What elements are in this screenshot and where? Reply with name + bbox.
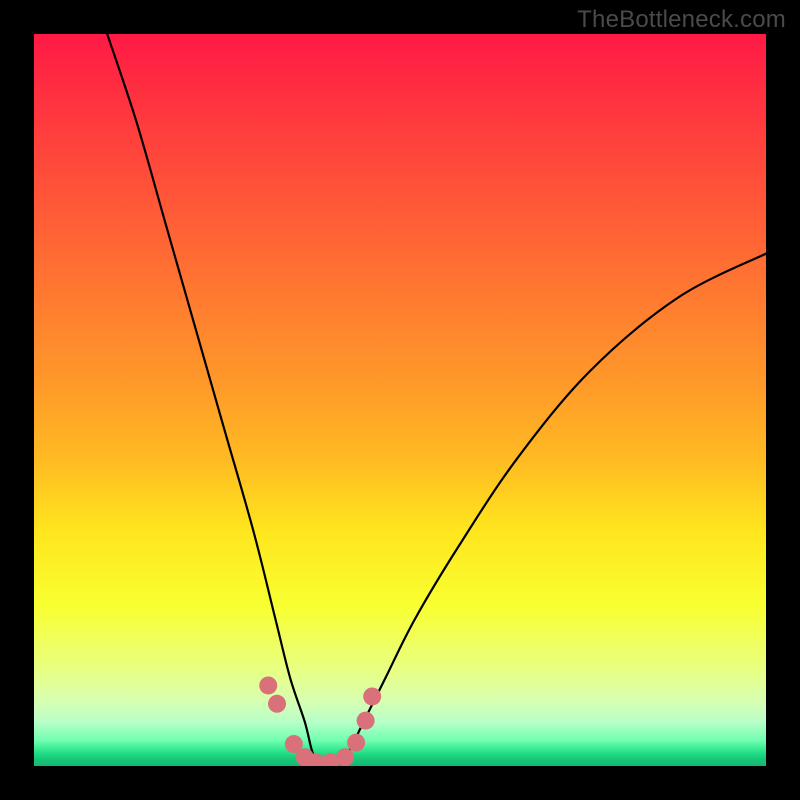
valley-marker [336, 748, 354, 766]
plot-area [34, 34, 766, 766]
valley-markers [259, 676, 381, 766]
valley-marker [268, 695, 286, 713]
valley-marker [347, 734, 365, 752]
valley-marker [357, 712, 375, 730]
curve-svg [34, 34, 766, 766]
valley-marker [259, 676, 277, 694]
watermark-text: TheBottleneck.com [577, 6, 786, 34]
bottleneck-curve [107, 34, 766, 766]
chart-frame: TheBottleneck.com [0, 0, 800, 800]
valley-marker [363, 687, 381, 705]
